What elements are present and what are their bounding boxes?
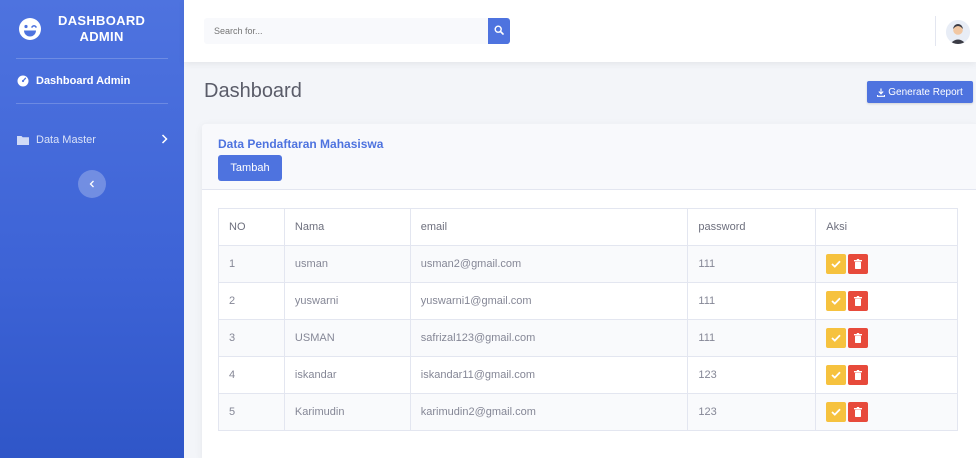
trash-icon — [854, 407, 863, 417]
edit-button[interactable] — [826, 254, 847, 274]
cell-nama: iskandar — [283, 356, 411, 394]
delete-button[interactable] — [848, 328, 869, 348]
edit-button[interactable] — [826, 365, 847, 385]
chevron-right-icon — [161, 133, 168, 147]
cell-email: safrizal123@gmail.com — [409, 319, 689, 357]
delete-button[interactable] — [848, 291, 869, 311]
trash-icon — [854, 259, 863, 269]
edit-button[interactable] — [826, 291, 847, 311]
cell-email: usman2@gmail.com — [409, 245, 689, 283]
check-icon — [831, 297, 841, 305]
students-table: NO Nama email password Aksi 1 usman usma… — [218, 208, 958, 431]
cell-email: karimudin2@gmail.com — [409, 393, 689, 431]
edit-button[interactable] — [826, 328, 847, 348]
cell-password: 111 — [687, 319, 817, 357]
cell-aksi — [815, 319, 958, 357]
topbar-divider — [935, 16, 936, 46]
delete-button[interactable] — [848, 365, 869, 385]
check-icon — [831, 371, 841, 379]
trash-icon — [854, 370, 863, 380]
cell-nama: usman — [283, 245, 411, 283]
sidebar-item-label: Data Master — [36, 134, 96, 146]
column-header-aksi: Aksi — [815, 208, 958, 246]
cell-nama: USMAN — [283, 319, 411, 357]
user-avatar-icon — [946, 20, 970, 44]
brand-line-1: DASHBOARD — [58, 13, 146, 28]
cell-no: 4 — [218, 356, 285, 394]
check-icon — [831, 334, 841, 342]
card-header: Data Pendaftaran Mahasiswa Tambah — [202, 124, 976, 190]
cell-aksi — [815, 356, 958, 394]
sidebar-item-label: Dashboard Admin — [36, 75, 131, 87]
trash-icon — [854, 296, 863, 306]
cell-no: 5 — [218, 393, 285, 431]
cell-password: 123 — [687, 356, 817, 394]
page-title: Dashboard — [204, 80, 302, 102]
cell-email: yuswarni1@gmail.com — [409, 282, 689, 320]
column-header-no: NO — [218, 208, 285, 246]
cell-password: 111 — [687, 282, 817, 320]
search-icon — [494, 22, 504, 40]
cell-nama: yuswarni — [283, 282, 411, 320]
sidebar-item-dashboard-admin[interactable]: Dashboard Admin — [0, 59, 184, 103]
cell-no: 1 — [218, 245, 285, 283]
edit-button[interactable] — [826, 402, 847, 422]
cell-aksi — [815, 282, 958, 320]
laugh-wink-icon — [16, 15, 44, 43]
sidebar-item-data-master[interactable]: Data Master — [0, 118, 184, 162]
search-button[interactable] — [488, 18, 510, 44]
cell-aksi — [815, 393, 958, 431]
generate-report-button[interactable]: Generate Report — [867, 81, 973, 103]
search-group — [204, 18, 510, 44]
column-header-password: password — [687, 208, 817, 246]
table-header-row: NO Nama email password Aksi — [218, 208, 958, 246]
cell-aksi — [815, 245, 958, 283]
trash-icon — [854, 333, 863, 343]
check-icon — [831, 408, 841, 416]
user-avatar[interactable] — [946, 20, 970, 44]
sidebar: DASHBOARD ADMIN Dashboard Admin Data Mas… — [0, 0, 184, 458]
folder-icon — [16, 133, 30, 147]
table-row: 5 Karimudin karimudin2@gmail.com 123 — [218, 393, 958, 431]
sidebar-toggle-button[interactable] — [78, 170, 106, 198]
cell-no: 3 — [218, 319, 285, 357]
check-icon — [831, 260, 841, 268]
sidebar-divider — [16, 103, 168, 104]
delete-button[interactable] — [848, 254, 869, 274]
chevron-left-icon — [89, 175, 95, 193]
cell-email: iskandar11@gmail.com — [409, 356, 689, 394]
add-button[interactable]: Tambah — [218, 155, 282, 181]
sidebar-brand[interactable]: DASHBOARD ADMIN — [0, 0, 184, 58]
brand-title: DASHBOARD ADMIN — [58, 13, 145, 45]
generate-report-label: Generate Report — [888, 86, 963, 98]
data-card: Data Pendaftaran Mahasiswa Tambah NO Nam… — [202, 124, 976, 458]
card-title: Data Pendaftaran Mahasiswa — [218, 137, 384, 151]
topbar — [184, 0, 976, 62]
column-header-email: email — [409, 208, 689, 246]
column-header-nama: Nama — [283, 208, 411, 246]
cell-no: 2 — [218, 282, 285, 320]
table-row: 3 USMAN safrizal123@gmail.com 111 — [218, 319, 958, 357]
cell-nama: Karimudin — [283, 393, 411, 431]
brand-line-2: ADMIN — [79, 29, 124, 44]
search-input[interactable] — [204, 18, 488, 44]
table-row: 2 yuswarni yuswarni1@gmail.com 111 — [218, 282, 958, 320]
delete-button[interactable] — [848, 402, 869, 422]
table-row: 1 usman usman2@gmail.com 111 — [218, 245, 958, 283]
tachometer-icon — [16, 74, 30, 88]
download-icon — [877, 88, 886, 97]
cell-password: 111 — [687, 245, 817, 283]
cell-password: 123 — [687, 393, 817, 431]
table-row: 4 iskandar iskandar11@gmail.com 123 — [218, 356, 958, 394]
